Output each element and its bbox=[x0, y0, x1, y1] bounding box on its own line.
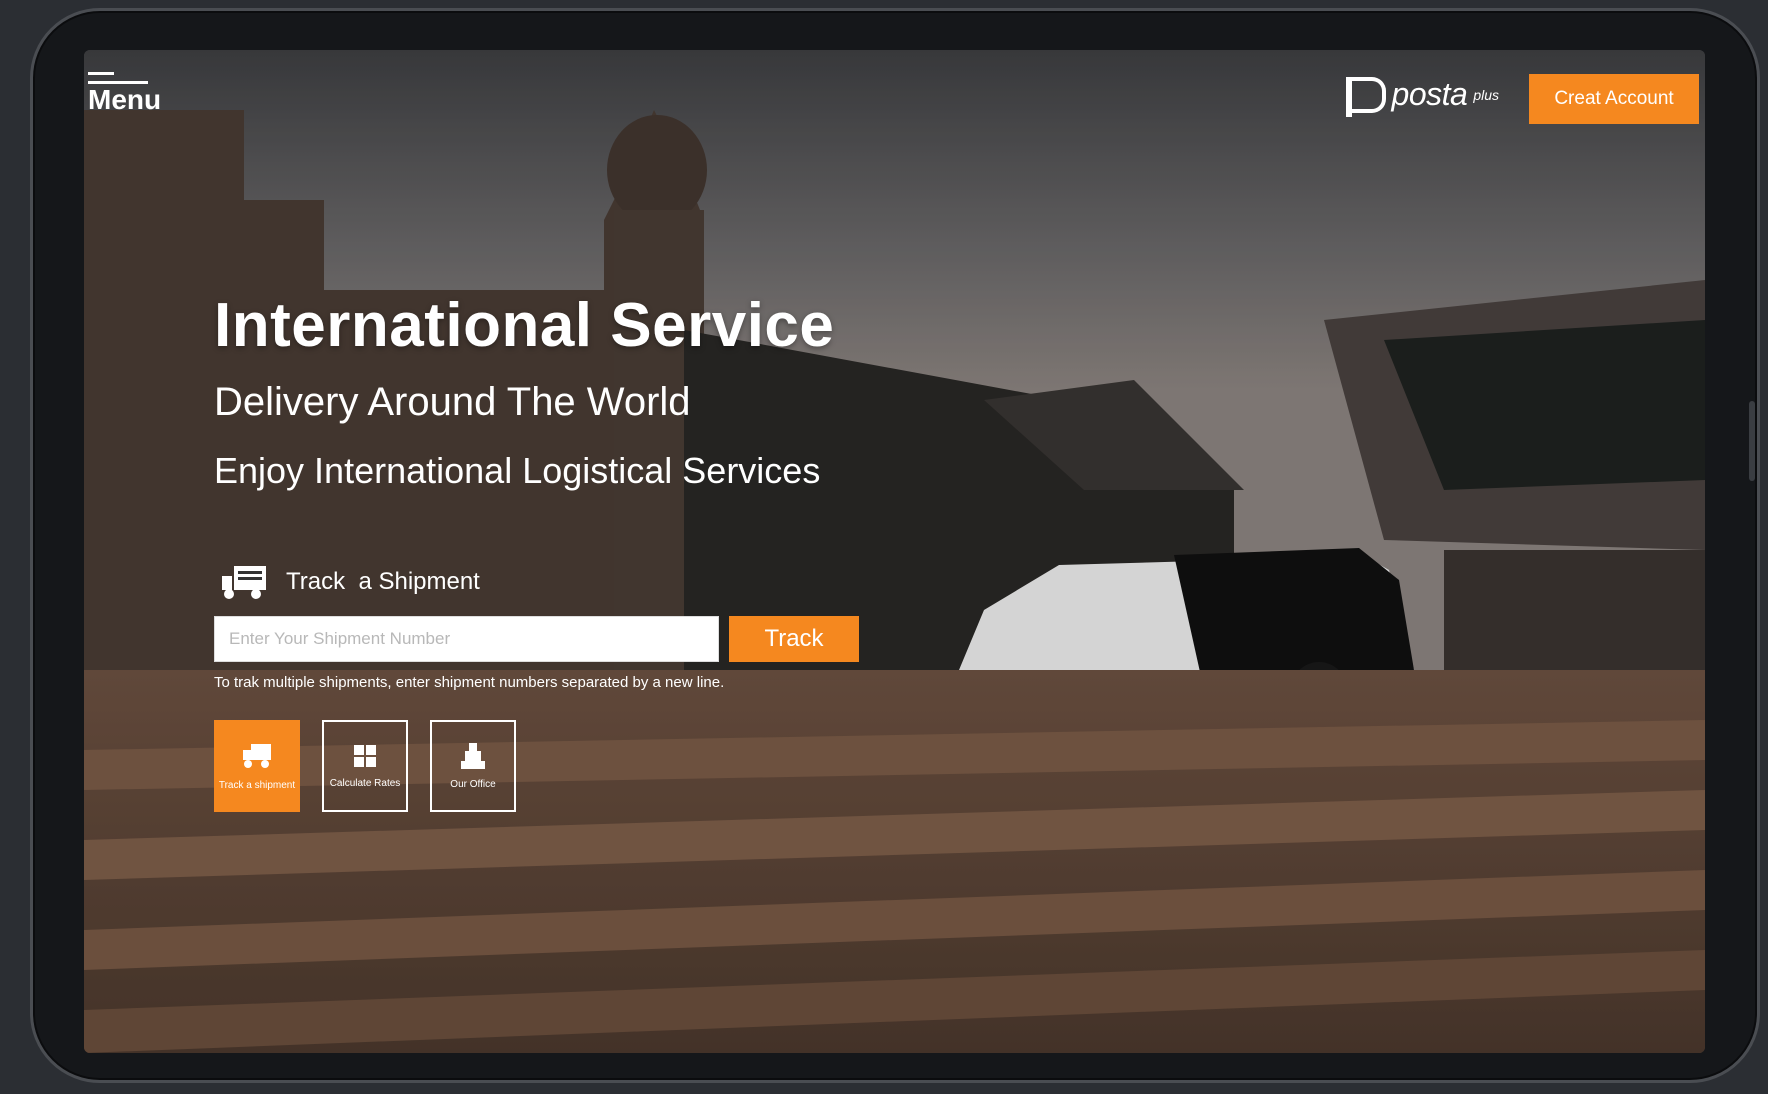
calculator-icon bbox=[354, 744, 376, 767]
quick-track-shipment-button[interactable]: Track a shipment bbox=[214, 720, 300, 812]
tracking-hint: To trak multiple shipments, enter shipme… bbox=[214, 674, 725, 691]
brand-logo[interactable]: posta plus bbox=[1345, 76, 1499, 117]
track-button[interactable]: Track bbox=[729, 616, 859, 662]
menu-label: Menu bbox=[88, 84, 162, 115]
hero-background-image bbox=[84, 50, 1705, 1053]
truck-icon bbox=[243, 743, 271, 768]
logo-mark-icon bbox=[1345, 76, 1386, 117]
create-account-button[interactable]: Creat Account bbox=[1529, 74, 1699, 124]
menu-button[interactable]: Menu bbox=[88, 72, 161, 116]
quick-action-label: Our Office bbox=[450, 778, 496, 790]
quick-our-office-button[interactable]: Our Office bbox=[430, 720, 516, 812]
quick-action-label: Track a shipment bbox=[218, 779, 296, 791]
logo-text: posta bbox=[1391, 76, 1468, 112]
quick-actions: Track a shipment Calculate Rates Our Off… bbox=[214, 720, 516, 812]
track-shipment-label: Track a Shipment bbox=[286, 568, 480, 595]
office-icon bbox=[461, 742, 485, 769]
hero-title: International Service bbox=[214, 291, 835, 360]
hero-subtitle: Delivery Around The World bbox=[214, 380, 691, 424]
track-shipment-heading: Track a Shipment bbox=[220, 562, 480, 602]
truck-icon bbox=[222, 566, 266, 599]
hero-tagline: Enjoy International Logistical Services bbox=[214, 450, 821, 491]
quick-calculate-rates-button[interactable]: Calculate Rates bbox=[322, 720, 408, 812]
tablet-side-button bbox=[1749, 401, 1755, 481]
screen: Menu posta plus Creat Account Internation… bbox=[84, 50, 1705, 1053]
logo-superscript: plus bbox=[1473, 86, 1499, 103]
hamburger-icon bbox=[88, 72, 148, 84]
quick-action-label: Calculate Rates bbox=[329, 777, 401, 789]
shipment-number-input[interactable] bbox=[214, 616, 719, 662]
